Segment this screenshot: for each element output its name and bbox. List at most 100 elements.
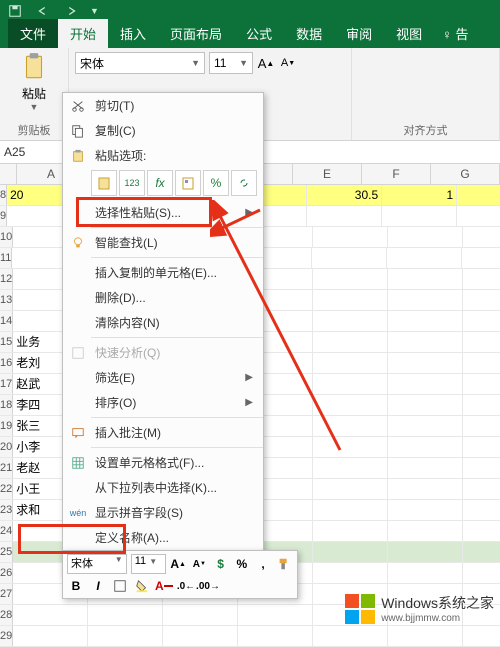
cell[interactable]: [313, 542, 388, 562]
cell[interactable]: [313, 416, 388, 436]
cell[interactable]: [463, 374, 500, 394]
row-header[interactable]: 17: [0, 374, 13, 394]
mini-increase-font-icon[interactable]: A▲: [170, 555, 187, 573]
ctx-insert-copied[interactable]: 插入复制的单元格(E)...: [63, 260, 263, 285]
ctx-insert-comment[interactable]: 插入批注(M): [63, 420, 263, 445]
cell[interactable]: [388, 269, 463, 289]
name-box[interactable]: A25: [0, 143, 65, 161]
tab-file[interactable]: 文件: [8, 19, 58, 48]
cell[interactable]: [463, 563, 500, 583]
col-header-G[interactable]: G: [431, 164, 500, 184]
row-header[interactable]: 22: [0, 479, 13, 499]
mini-fill-color-icon[interactable]: [133, 577, 151, 595]
row-header[interactable]: 8: [0, 185, 7, 205]
row-header[interactable]: 11: [0, 248, 12, 268]
cell[interactable]: [313, 332, 388, 352]
cell[interactable]: [463, 437, 500, 457]
ctx-clear[interactable]: 清除内容(N): [63, 310, 263, 335]
row-header[interactable]: 16: [0, 353, 13, 373]
mini-bold-button[interactable]: B: [67, 577, 85, 595]
cell[interactable]: [463, 332, 500, 352]
cell[interactable]: [313, 500, 388, 520]
tab-data[interactable]: 数据: [284, 19, 334, 48]
cell[interactable]: [388, 437, 463, 457]
row-header[interactable]: 13: [0, 290, 13, 310]
cell[interactable]: [388, 332, 463, 352]
cell[interactable]: 30.5: [307, 185, 382, 205]
cell[interactable]: [388, 395, 463, 415]
cell[interactable]: [163, 605, 238, 625]
cell[interactable]: [457, 185, 500, 205]
increase-font-icon[interactable]: A▲: [257, 54, 275, 72]
row-header[interactable]: 9: [0, 206, 7, 226]
ctx-define-name[interactable]: 定义名称(A)...: [63, 525, 263, 550]
ctx-sort[interactable]: 排序(O) ▶: [63, 390, 263, 415]
cell[interactable]: [463, 395, 500, 415]
cell[interactable]: [388, 500, 463, 520]
cell[interactable]: [388, 542, 463, 562]
tab-formulas[interactable]: 公式: [234, 19, 284, 48]
paste-opt-all[interactable]: [91, 170, 117, 196]
cell[interactable]: 1: [382, 185, 457, 205]
mini-decrease-decimal-icon[interactable]: .0←: [177, 577, 195, 595]
cell[interactable]: [388, 227, 463, 247]
tab-review[interactable]: 审阅: [334, 19, 384, 48]
cell[interactable]: [313, 290, 388, 310]
cell[interactable]: [13, 626, 88, 646]
cell[interactable]: [313, 269, 388, 289]
cell[interactable]: [313, 521, 388, 541]
row-header[interactable]: 26: [0, 563, 13, 583]
cell[interactable]: [388, 458, 463, 478]
col-header-E[interactable]: E: [293, 164, 362, 184]
cell[interactable]: [313, 437, 388, 457]
mini-increase-decimal-icon[interactable]: .00→: [199, 577, 217, 595]
ctx-copy[interactable]: 复制(C): [63, 118, 263, 143]
cell[interactable]: [463, 626, 500, 646]
cell[interactable]: [313, 626, 388, 646]
cell[interactable]: [463, 227, 500, 247]
cell[interactable]: [313, 374, 388, 394]
ctx-smart-lookup[interactable]: 智能查找(L): [63, 230, 263, 255]
tab-view[interactable]: 视图: [384, 19, 434, 48]
ctx-pick-list[interactable]: 从下拉列表中选择(K)...: [63, 475, 263, 500]
cell[interactable]: [462, 248, 500, 268]
cell[interactable]: [463, 416, 500, 436]
tab-insert[interactable]: 插入: [108, 19, 158, 48]
redo-icon[interactable]: [62, 2, 80, 20]
cell[interactable]: [313, 395, 388, 415]
mini-comma-icon[interactable]: ,: [254, 555, 271, 573]
cell[interactable]: [463, 479, 500, 499]
select-all-triangle[interactable]: [0, 164, 17, 184]
cell[interactable]: [313, 353, 388, 373]
cell[interactable]: [388, 626, 463, 646]
row-header[interactable]: 15: [0, 332, 13, 352]
paste-opt-link[interactable]: [231, 170, 257, 196]
cell[interactable]: [163, 626, 238, 646]
cell[interactable]: [463, 542, 500, 562]
row-header[interactable]: 25: [0, 542, 13, 562]
cell[interactable]: [312, 248, 387, 268]
cell[interactable]: [388, 311, 463, 331]
ctx-filter[interactable]: 筛选(E) ▶: [63, 365, 263, 390]
cell[interactable]: [463, 353, 500, 373]
cell[interactable]: [463, 521, 500, 541]
cell[interactable]: [387, 248, 462, 268]
col-header-F[interactable]: F: [362, 164, 431, 184]
row-header[interactable]: 20: [0, 437, 13, 457]
cell[interactable]: [238, 626, 313, 646]
mini-border-icon[interactable]: [111, 577, 129, 595]
paste-dropdown-icon[interactable]: ▼: [30, 102, 39, 112]
row-header[interactable]: 19: [0, 416, 13, 436]
undo-icon[interactable]: [34, 2, 52, 20]
font-size-combo[interactable]: 11 ▼: [209, 52, 253, 74]
row-header[interactable]: 23: [0, 500, 13, 520]
row-header[interactable]: 29: [0, 626, 13, 646]
cell[interactable]: [313, 227, 388, 247]
ctx-delete[interactable]: 删除(D)...: [63, 285, 263, 310]
tell-me[interactable]: ♀ 告: [434, 19, 476, 48]
mini-italic-button[interactable]: I: [89, 577, 107, 595]
cell[interactable]: [463, 269, 500, 289]
mini-font-color-icon[interactable]: A: [155, 577, 173, 595]
cell[interactable]: [238, 605, 313, 625]
cell[interactable]: [388, 416, 463, 436]
